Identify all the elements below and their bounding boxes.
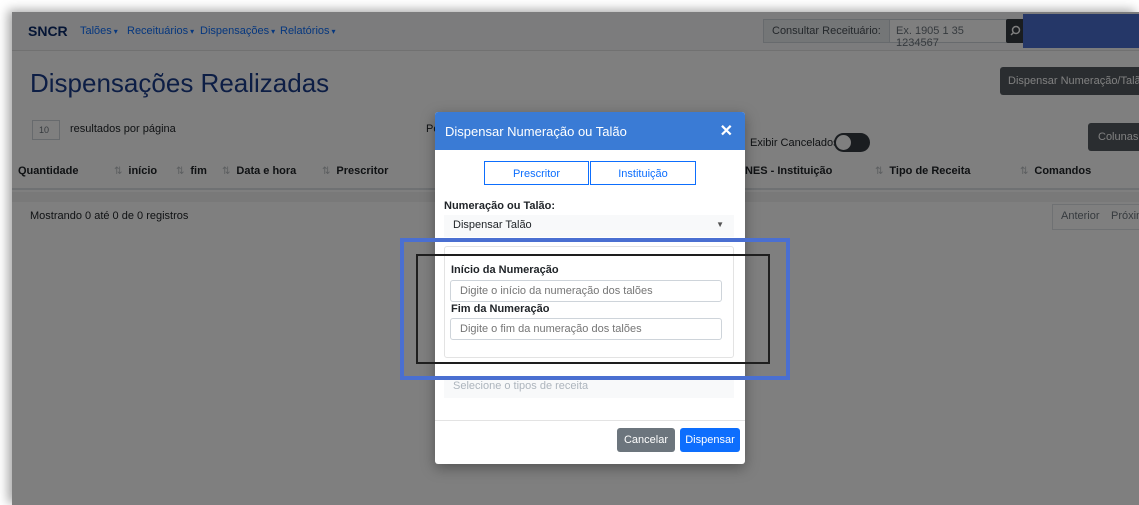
- type-label: Numeração ou Talão:: [444, 200, 556, 212]
- dispense-confirm-button[interactable]: Dispensar: [680, 428, 740, 452]
- modal-title: Dispensar Numeração ou Talão: [445, 124, 627, 139]
- modal-footer-divider: [435, 420, 745, 421]
- annotation-highlight-inner: [416, 254, 770, 364]
- close-icon[interactable]: ✕: [720, 121, 733, 141]
- type-select-value: Dispensar Talão: [453, 219, 532, 231]
- cancel-button[interactable]: Cancelar: [617, 428, 675, 452]
- segment-instituicao[interactable]: Instituição: [590, 161, 696, 185]
- segment-prescritor[interactable]: Prescritor: [484, 161, 589, 185]
- chevron-down-icon: ▼: [716, 220, 724, 229]
- recipe-type-placeholder: Selecione o tipos de receita: [453, 380, 589, 392]
- type-select[interactable]: Dispensar Talão ▼: [444, 215, 734, 237]
- modal-header: Dispensar Numeração ou Talão ✕: [435, 112, 745, 150]
